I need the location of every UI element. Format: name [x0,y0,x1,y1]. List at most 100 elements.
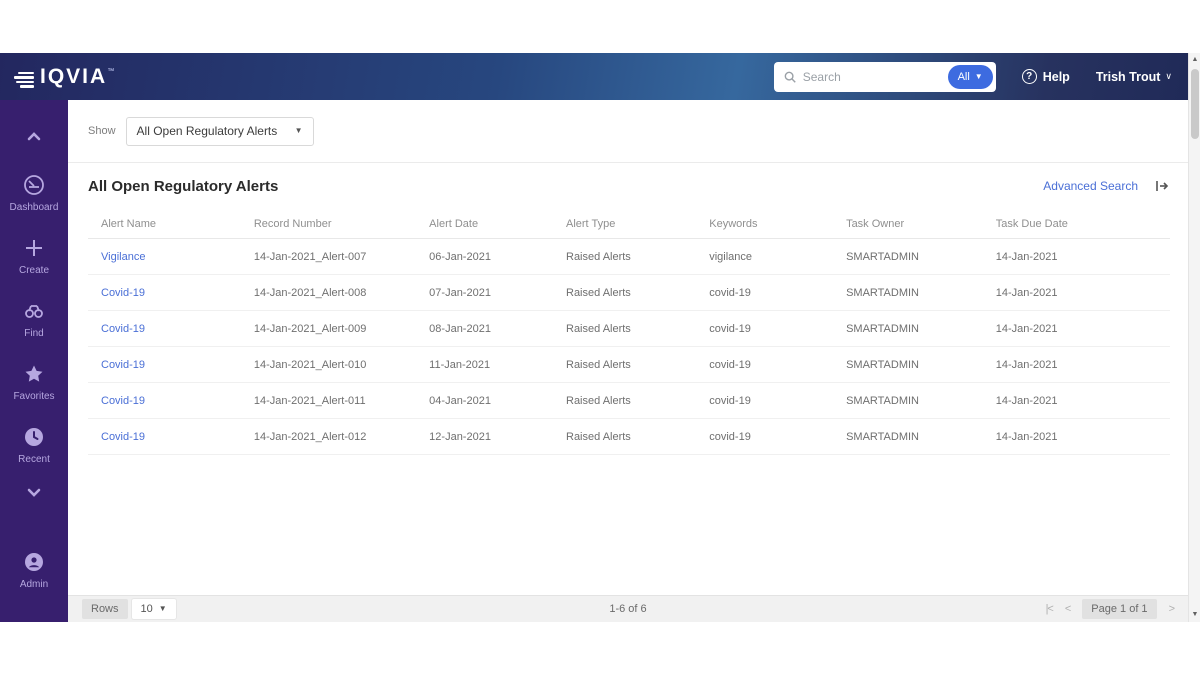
pagination-bar: Rows 10 ▼ 1-6 of 6 |< < Page 1 of 1 > [68,595,1188,622]
sidebar-item-label: Admin [20,579,48,590]
table-cell: SMARTADMIN [846,287,996,299]
sidebar-item-label: Find [24,328,43,339]
table-cell: vigilance [709,251,846,263]
chevron-up-icon [21,124,47,150]
table-body: Vigilance14-Jan-2021_Alert-00706-Jan-202… [88,239,1170,455]
alerts-panel: All Open Regulatory Alerts Advanced Sear… [68,162,1188,595]
search-icon [783,70,797,84]
table-cell: 04-Jan-2021 [429,395,566,407]
table-cell: 06-Jan-2021 [429,251,566,263]
chevron-down-icon [21,479,47,505]
table-row: Vigilance14-Jan-2021_Alert-00706-Jan-202… [88,239,1170,275]
view-selector[interactable]: All Open Regulatory Alerts ▼ [126,117,314,146]
table-cell: 14-Jan-2021 [996,359,1170,371]
sidebar-item-find[interactable]: Find [21,298,47,339]
sidebar-item-recent[interactable]: Recent [18,424,50,465]
table-cell: SMARTADMIN [846,251,996,263]
scroll-down-icon[interactable]: ▼ [1189,608,1200,622]
scroll-up-icon[interactable]: ▲ [1189,53,1200,67]
table-cell: covid-19 [709,431,846,443]
table-cell: 07-Jan-2021 [429,287,566,299]
table-cell: 14-Jan-2021_Alert-010 [254,359,429,371]
user-menu[interactable]: Trish Trout ∨ [1096,70,1172,84]
column-header: Keywords [709,218,846,230]
table-cell: SMARTADMIN [846,359,996,371]
global-search: All ▼ [774,62,996,92]
table-cell: covid-19 [709,323,846,335]
table-cell: 14-Jan-2021_Alert-007 [254,251,429,263]
sidebar-item-favorites[interactable]: Favorites [13,361,54,402]
alert-name-link[interactable]: Vigilance [101,251,254,263]
sidebar-item-more[interactable] [21,479,47,505]
sidebar-item-label: Favorites [13,391,54,402]
trademark-mark: ™ [107,68,114,75]
table-cell: 14-Jan-2021_Alert-008 [254,287,429,299]
sidebar-item-label: Recent [18,454,50,465]
table-row: Covid-1914-Jan-2021_Alert-01212-Jan-2021… [88,419,1170,455]
search-input[interactable] [803,70,948,84]
table-cell: Raised Alerts [566,395,709,407]
vertical-scrollbar[interactable]: ▲ ▼ [1188,53,1200,622]
alert-name-link[interactable]: Covid-19 [101,359,254,371]
sidebar-nav: Dashboard Create Find Favorites Recent Admin [0,100,68,622]
iqvia-logo-text: IQVIA [40,65,107,89]
sidebar-item-create[interactable]: Create [19,235,49,276]
next-page-icon[interactable]: > [1169,603,1174,615]
clock-icon [21,424,47,450]
binoculars-icon [21,298,47,324]
sidebar-item-label: Create [19,265,49,276]
table-cell: Raised Alerts [566,323,709,335]
chevron-down-icon: ▼ [159,605,167,613]
rows-per-page-select[interactable]: 10 ▼ [132,599,176,619]
chevron-down-icon: ▼ [295,127,303,135]
table-row: Covid-1914-Jan-2021_Alert-01011-Jan-2021… [88,347,1170,383]
table-cell: 14-Jan-2021 [996,323,1170,335]
sidebar-item-label: Dashboard [10,202,59,213]
table-cell: SMARTADMIN [846,395,996,407]
column-header: Task Due Date [996,218,1170,230]
table-cell: 14-Jan-2021 [996,287,1170,299]
table-cell: 11-Jan-2021 [429,359,566,371]
table-cell: covid-19 [709,287,846,299]
sidebar-item-collapse[interactable] [21,124,47,150]
plus-icon [21,235,47,261]
first-page-icon[interactable]: |< [1046,603,1053,615]
table-cell: 14-Jan-2021 [996,251,1170,263]
iqvia-logo: IQVIA ™ [14,65,114,89]
table-cell: 14-Jan-2021 [996,431,1170,443]
app-window: IQVIA ™ All ▼ ? Help Trish Trout ∨ [0,53,1200,622]
dashboard-icon [21,172,47,198]
alert-name-link[interactable]: Covid-19 [101,323,254,335]
column-header: Alert Name [101,218,254,230]
table-cell: SMARTADMIN [846,431,996,443]
scrollbar-thumb[interactable] [1191,69,1199,139]
table-cell: Raised Alerts [566,287,709,299]
top-navigation-bar: IQVIA ™ All ▼ ? Help Trish Trout ∨ [0,53,1188,100]
column-header: Record Number [254,218,429,230]
chevron-down-icon: ▼ [975,73,983,81]
chevron-down-icon: ∨ [1165,72,1172,81]
search-scope-button[interactable]: All ▼ [948,65,993,89]
sidebar-item-admin[interactable]: Admin [20,549,48,590]
collapse-panel-icon[interactable] [1154,178,1170,194]
page-title: All Open Regulatory Alerts [88,178,278,195]
alert-name-link[interactable]: Covid-19 [101,395,254,407]
table-cell: covid-19 [709,359,846,371]
table-cell: 14-Jan-2021_Alert-012 [254,431,429,443]
table-row: Covid-1914-Jan-2021_Alert-00807-Jan-2021… [88,275,1170,311]
iqvia-logo-icon [14,72,34,88]
alert-name-link[interactable]: Covid-19 [101,287,254,299]
view-toolbar: Show All Open Regulatory Alerts ▼ [68,100,1188,162]
help-button[interactable]: ? Help [1022,69,1070,84]
prev-page-icon[interactable]: < [1065,603,1070,615]
advanced-search-link[interactable]: Advanced Search [1043,179,1138,193]
table-cell: Raised Alerts [566,251,709,263]
table-header-row: Alert NameRecord NumberAlert DateAlert T… [88,209,1170,239]
table-cell: 14-Jan-2021_Alert-011 [254,395,429,407]
column-header: Task Owner [846,218,996,230]
alert-name-link[interactable]: Covid-19 [101,431,254,443]
rows-label: Rows [82,599,128,619]
row-range-text: 1-6 of 6 [609,603,646,615]
show-label: Show [88,125,116,137]
sidebar-item-dashboard[interactable]: Dashboard [10,172,59,213]
